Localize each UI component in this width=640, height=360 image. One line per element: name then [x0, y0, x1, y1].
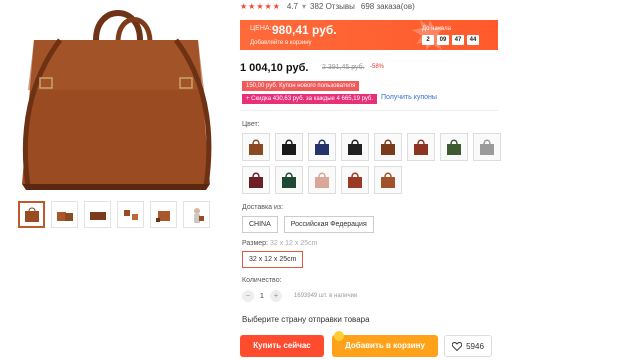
color-swatch-red-brown[interactable] [407, 133, 435, 161]
color-swatch-navy[interactable] [308, 133, 336, 161]
bag-icon [249, 139, 263, 155]
thumbnail-4[interactable] [117, 201, 144, 228]
promo-price-banner: ЦЕНА: 980,41 руб. Добавляйте в корзину Д… [240, 20, 498, 50]
shipping-options: CHINA Российская Федерация [242, 216, 374, 233]
orders-count: 698 заказа(ов) [360, 2, 415, 11]
bag-icon [282, 139, 296, 155]
thumbnail-6[interactable] [183, 201, 210, 228]
bag-icon [348, 139, 362, 155]
heart-icon [452, 341, 463, 351]
quantity-minus-button[interactable]: − [242, 290, 254, 302]
size-label-text: Размер: [242, 240, 269, 247]
bag-icon [447, 139, 461, 155]
bag-icon [249, 172, 263, 188]
ship-from-russia[interactable]: Российская Федерация [283, 216, 374, 233]
stock-count: 1693949 шт. в наличии [293, 293, 358, 299]
discount-badge: -58% [370, 64, 385, 70]
quantity-plus-button[interactable]: + [269, 290, 282, 302]
color-swatch-caramel[interactable] [374, 166, 402, 194]
timer-seconds: 44 [467, 35, 479, 45]
color-swatch-dark[interactable] [341, 133, 369, 161]
color-swatch-wine[interactable] [242, 166, 270, 194]
product-main-image[interactable] [0, 0, 236, 196]
color-swatches [242, 133, 502, 194]
bag-icon [315, 172, 329, 188]
color-swatch-rust[interactable] [341, 166, 369, 194]
buy-now-button[interactable]: Купить сейчас [240, 335, 324, 357]
timer-hours: 09 [437, 35, 449, 45]
rating-row: ★★★★★ 4.7 ▾ 382 Отзывы 698 заказа(ов) [240, 2, 415, 11]
color-swatch-pink[interactable] [308, 166, 336, 194]
rating-value: 4.7 [286, 2, 298, 11]
get-coupons-link[interactable]: Получить купоны [381, 94, 437, 101]
thumbnail-1[interactable] [18, 201, 45, 228]
new-user-coupon[interactable]: 150,00 руб. Купон нового пользователя [242, 81, 360, 91]
ship-from-china[interactable]: CHINA [242, 216, 278, 233]
color-label: Цвет: [242, 121, 260, 128]
bag-icon [381, 139, 395, 155]
thumbnail-2[interactable] [51, 201, 78, 228]
color-swatch-grey[interactable] [473, 133, 501, 161]
bag-icon [381, 172, 395, 188]
quantity-value[interactable]: 1 [260, 293, 264, 300]
product-info-panel: ★★★★★ 4.7 ▾ 382 Отзывы 698 заказа(ов) ЦЕ… [240, 0, 640, 360]
timer-label: До начала [422, 26, 451, 32]
quantity-stepper: − 1 + 1693949 шт. в наличии [242, 290, 357, 302]
bag-icon [414, 139, 428, 155]
cart-badge-icon [334, 331, 344, 341]
color-swatch-brown[interactable] [242, 133, 270, 161]
quantity-label: Количество: [242, 277, 282, 284]
ship-country-prompt[interactable]: Выберите страну отправки товара [242, 315, 370, 324]
current-price: 1 004,10 руб. [240, 62, 309, 74]
thumbnail-5[interactable] [150, 201, 177, 228]
rating-stars-icon: ★★★★★ [240, 2, 281, 11]
wishlist-count: 5946 [466, 341, 484, 351]
color-swatch-black[interactable] [275, 133, 303, 161]
rating-separator: ▾ [301, 2, 306, 11]
color-swatch-brown2[interactable] [374, 133, 402, 161]
timer-days: 2 [422, 35, 434, 45]
size-hint: 32 x 12 x 25cm [269, 240, 318, 247]
timer-minutes: 47 [452, 35, 464, 45]
color-swatch-dark-green[interactable] [275, 166, 303, 194]
promo-price-value: 980,41 руб. [272, 23, 337, 37]
divider [240, 110, 498, 111]
add-to-cart-button[interactable]: Добавить в корзину [332, 335, 438, 357]
bag-icon [315, 139, 329, 155]
size-option-selected[interactable]: 32 x 12 x 25cm [242, 251, 304, 268]
size-label: Размер: 32 x 12 x 25cm [242, 240, 317, 247]
thumbnail-3[interactable] [84, 201, 111, 228]
countdown-timer: 2 09 47 44 [422, 35, 479, 45]
old-price: 2 391,45 руб. [322, 64, 365, 71]
discount-coupon[interactable]: + Скидка 430,63 руб. за каждые 4 665,19 … [242, 94, 378, 104]
wishlist-button[interactable]: 5946 [444, 335, 492, 357]
reviews-link[interactable]: 382 Отзывы [310, 2, 355, 11]
thumbnail-strip [18, 201, 210, 228]
shipping-label: Доставка из: [242, 204, 284, 211]
bag-icon [480, 139, 494, 155]
promo-price-label: ЦЕНА: [250, 25, 272, 32]
promo-cart-note: Добавляйте в корзину [250, 40, 312, 46]
bag-icon [348, 172, 362, 188]
color-swatch-green[interactable] [440, 133, 468, 161]
bag-icon [282, 172, 296, 188]
